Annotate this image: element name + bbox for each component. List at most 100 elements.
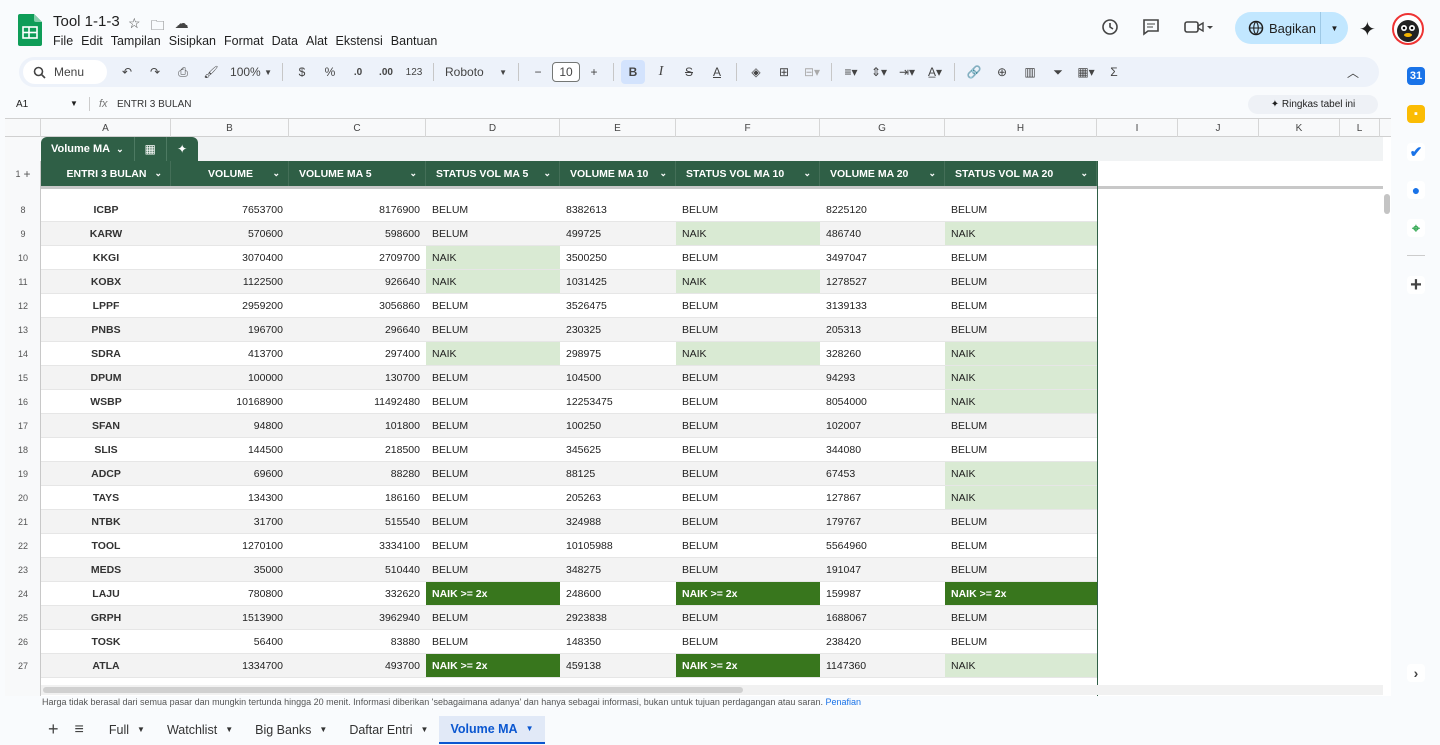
number-cell[interactable]: 83880	[289, 630, 426, 654]
status-cell[interactable]: BELUM	[426, 534, 560, 558]
number-cell[interactable]: 345625	[560, 438, 676, 462]
number-cell[interactable]: 10168900	[171, 390, 289, 414]
number-cell[interactable]: 186160	[289, 486, 426, 510]
number-cell[interactable]: 134300	[171, 486, 289, 510]
ticker-cell[interactable]: GRPH	[41, 606, 171, 630]
status-cell[interactable]: BELUM	[945, 246, 1097, 270]
status-cell[interactable]: NAIK	[945, 342, 1097, 366]
collapse-toolbar-icon[interactable]: ︿	[1341, 60, 1365, 84]
row-header[interactable]: 15	[5, 366, 41, 390]
ticker-cell[interactable]: KARW	[41, 222, 171, 246]
ticker-cell[interactable]: TOSK	[41, 630, 171, 654]
number-cell[interactable]: 94800	[171, 414, 289, 438]
ticker-cell[interactable]: WSBP	[41, 390, 171, 414]
ticker-cell[interactable]: DPUM	[41, 366, 171, 390]
menu-sisipkan[interactable]: Sisipkan	[169, 34, 222, 48]
chevron-down-icon[interactable]: ▼	[319, 725, 327, 734]
ticker-cell[interactable]: ADCP	[41, 462, 171, 486]
number-cell[interactable]: 130700	[289, 366, 426, 390]
history-icon[interactable]	[1100, 17, 1120, 37]
font-size-increase-icon[interactable]: +	[582, 60, 606, 84]
number-cell[interactable]: 10105988	[560, 534, 676, 558]
number-cell[interactable]: 1513900	[171, 606, 289, 630]
table-header-cell[interactable]: VOLUME ⌄	[171, 161, 289, 186]
status-cell[interactable]: BELUM	[945, 294, 1097, 318]
column-header-c[interactable]: C	[289, 119, 426, 137]
percent-button[interactable]: %	[318, 60, 342, 84]
font-size-decrease-icon[interactable]: −	[526, 60, 550, 84]
number-format-button[interactable]: 123	[402, 60, 426, 84]
number-cell[interactable]: 104500	[560, 366, 676, 390]
column-header-l[interactable]: L	[1340, 119, 1380, 137]
font-select[interactable]: Roboto ▼	[441, 60, 511, 84]
table-tab[interactable]: Volume MA ⌄ ▦ ✦	[41, 137, 198, 161]
status-cell[interactable]: BELUM	[676, 390, 820, 414]
number-cell[interactable]: 69600	[171, 462, 289, 486]
number-cell[interactable]: 3497047	[820, 246, 945, 270]
chevron-down-icon[interactable]: ▼	[421, 725, 429, 734]
number-cell[interactable]: 11492480	[289, 390, 426, 414]
calendar-icon[interactable]: 31	[1407, 67, 1425, 85]
italic-button[interactable]: I	[649, 60, 673, 84]
sheet-tab-daftar-entri[interactable]: Daftar Entri ▼	[338, 716, 439, 744]
number-cell[interactable]: 1147360	[820, 654, 945, 678]
column-header-h[interactable]: H	[945, 119, 1097, 137]
number-cell[interactable]: 1270100	[171, 534, 289, 558]
row-header[interactable]: 8	[5, 198, 41, 222]
number-cell[interactable]: 67453	[820, 462, 945, 486]
number-cell[interactable]: 332620	[289, 582, 426, 606]
status-cell[interactable]: BELUM	[426, 222, 560, 246]
status-cell[interactable]: BELUM	[676, 534, 820, 558]
table-header-cell[interactable]: VOLUME MA 5 ⌄	[289, 161, 426, 186]
number-cell[interactable]: 780800	[171, 582, 289, 606]
ticker-cell[interactable]: PNBS	[41, 318, 171, 342]
chevron-down-icon[interactable]: ⌄	[543, 168, 551, 179]
status-cell[interactable]: NAIK	[945, 366, 1097, 390]
number-cell[interactable]: 413700	[171, 342, 289, 366]
chevron-down-icon[interactable]: ⌄	[803, 168, 811, 179]
table-sparkle-icon[interactable]: ✦	[165, 137, 198, 161]
number-cell[interactable]: 3500250	[560, 246, 676, 270]
number-cell[interactable]: 3139133	[820, 294, 945, 318]
summarize-table-button[interactable]: ✦ Ringkas tabel ini	[1248, 95, 1378, 114]
number-cell[interactable]: 493700	[289, 654, 426, 678]
ticker-cell[interactable]: LAJU	[41, 582, 171, 606]
number-cell[interactable]: 1334700	[171, 654, 289, 678]
borders-icon[interactable]: ⊞	[772, 60, 796, 84]
number-cell[interactable]: 100000	[171, 366, 289, 390]
row-header[interactable]: 27	[5, 654, 41, 678]
number-cell[interactable]: 515540	[289, 510, 426, 534]
ticker-cell[interactable]: ATLA	[41, 654, 171, 678]
doc-title[interactable]: Tool 1-1-3	[53, 13, 120, 30]
row-header[interactable]: 10	[5, 246, 41, 270]
insert-link-icon[interactable]: 🔗	[962, 60, 986, 84]
freeze-divider[interactable]	[41, 186, 1383, 189]
number-cell[interactable]: 7653700	[171, 198, 289, 222]
number-cell[interactable]: 35000	[171, 558, 289, 582]
number-cell[interactable]: 88125	[560, 462, 676, 486]
column-header-e[interactable]: E	[560, 119, 676, 137]
status-cell[interactable]: BELUM	[426, 606, 560, 630]
number-cell[interactable]: 144500	[171, 438, 289, 462]
ticker-cell[interactable]: SDRA	[41, 342, 171, 366]
number-cell[interactable]: 499725	[560, 222, 676, 246]
expand-panel-icon[interactable]: ›	[1407, 664, 1425, 682]
number-cell[interactable]: 298975	[560, 342, 676, 366]
status-cell[interactable]: BELUM	[945, 198, 1097, 222]
number-cell[interactable]: 296640	[289, 318, 426, 342]
number-cell[interactable]: 230325	[560, 318, 676, 342]
redo-icon[interactable]: ↷	[143, 60, 167, 84]
status-cell[interactable]: BELUM	[426, 198, 560, 222]
vertical-scrollbar[interactable]	[1383, 186, 1391, 686]
insert-comment-icon[interactable]: ⊕	[990, 60, 1014, 84]
number-cell[interactable]: 179767	[820, 510, 945, 534]
row-header[interactable]: 16	[5, 390, 41, 414]
status-cell[interactable]: BELUM	[945, 318, 1097, 342]
status-cell[interactable]: BELUM	[945, 534, 1097, 558]
row-header[interactable]: 24	[5, 582, 41, 606]
status-cell[interactable]: BELUM	[676, 198, 820, 222]
horizontal-align-icon[interactable]: ≡▾	[839, 60, 863, 84]
decrease-decimal-button[interactable]: .0	[346, 60, 370, 84]
ticker-cell[interactable]: SFAN	[41, 414, 171, 438]
number-cell[interactable]: 196700	[171, 318, 289, 342]
